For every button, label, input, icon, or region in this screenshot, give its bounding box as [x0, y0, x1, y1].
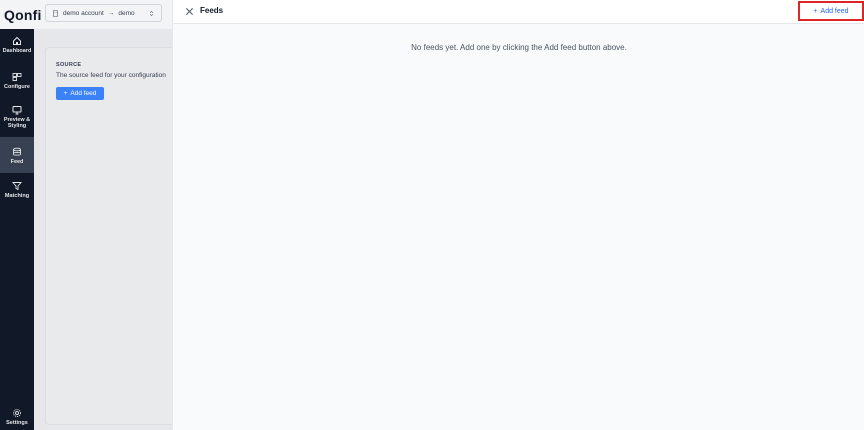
sidebar-item-dashboard[interactable]: Dashboard: [0, 36, 34, 64]
logo-area: Qonfi: [0, 0, 45, 29]
source-card: [45, 47, 175, 425]
brand-logo: Qonfi: [4, 6, 42, 23]
sidebar-item-feed[interactable]: Feed: [0, 137, 34, 173]
home-icon: [13, 36, 21, 45]
panel-title: Feeds: [200, 6, 224, 15]
funnel-icon: [12, 182, 22, 191]
sidebar-item-matching[interactable]: Matching: [0, 181, 34, 209]
sidebar-item-label: Configure: [4, 84, 30, 90]
add-feed-label: Add feed: [70, 90, 97, 97]
project-name: demo: [118, 9, 135, 17]
building-icon: [53, 9, 58, 17]
gear-icon: [13, 409, 21, 417]
account-name: demo account: [63, 9, 104, 17]
chevron-updown-icon: [149, 10, 154, 16]
sidebar-item-label: Feed: [10, 159, 24, 165]
header-add-feed-button[interactable]: + Add feed: [798, 1, 864, 21]
close-button[interactable]: [184, 6, 194, 16]
plus-icon: +: [63, 90, 68, 97]
account-selector[interactable]: demo account → demo: [45, 4, 162, 22]
sidebar-item-configure[interactable]: Configure: [0, 72, 34, 100]
monitor-icon: [12, 106, 22, 115]
sidebar-item-label: Dashboard: [2, 48, 32, 54]
close-icon: [185, 7, 193, 15]
database-icon: [13, 147, 21, 156]
empty-state-message: No feeds yet. Add one by clicking the Ad…: [411, 43, 627, 52]
header-add-feed-label: Add feed: [820, 7, 849, 15]
panel-header: Feeds + Add feed: [173, 0, 864, 24]
sidebar-item-label: Matching: [4, 193, 30, 199]
sidebar-item-preview-styling[interactable]: Preview & Styling: [0, 105, 34, 135]
source-heading: SOURCE: [56, 62, 82, 68]
source-description: The source feed for your configuration: [56, 72, 166, 79]
plus-icon: +: [813, 7, 818, 15]
configure-icon: [12, 73, 22, 81]
sidebar: Dashboard Configure Preview & Styling Fe…: [0, 29, 34, 430]
add-feed-button[interactable]: + Add feed: [56, 87, 104, 100]
sidebar-item-label: Preview & Styling: [3, 117, 31, 130]
feeds-panel: Feeds + Add feed No feeds yet. Add one b…: [172, 0, 864, 430]
sidebar-item-label: Settings: [6, 420, 28, 426]
sidebar-item-settings[interactable]: Settings: [0, 408, 34, 430]
arrow-separator: →: [107, 9, 115, 17]
